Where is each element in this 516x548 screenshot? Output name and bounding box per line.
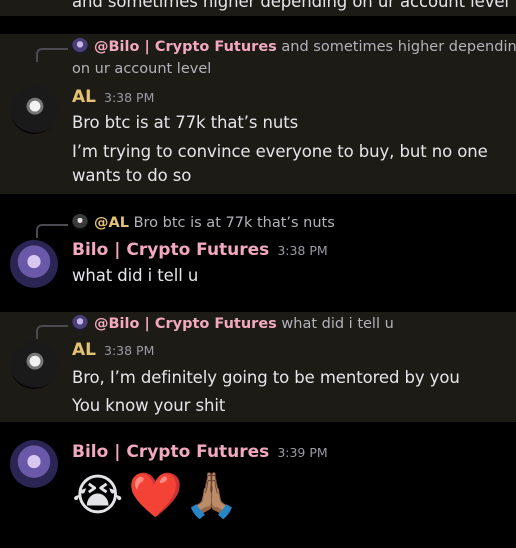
message-line: You know your shit <box>72 396 226 415</box>
bilo-mini-avatar <box>72 38 88 54</box>
cut-message-text: and sometimes higher depending on ur acc… <box>72 0 509 11</box>
reply-text: and sometimes higher depending <box>281 39 516 55</box>
message-line: Bro, I’m definitely going to be mentored… <box>72 368 460 387</box>
bilo-mini-avatar <box>72 315 88 331</box>
author-bilo[interactable]: Bilo | Crypto Futures <box>72 442 269 462</box>
reply-preview[interactable]: @Bilo | Crypto Futures and sometimes hig… <box>72 36 516 58</box>
reply-text: Bro btc is at 77k that’s nuts <box>133 215 335 231</box>
reply-spine <box>36 48 68 62</box>
message-line: Bro btc is at 77k that’s nuts <box>72 113 299 132</box>
message-line: wants to do so <box>72 166 192 185</box>
reply-mention[interactable]: @Bilo | Crypto Futures <box>94 316 277 332</box>
bilo-avatar[interactable] <box>10 440 58 488</box>
reply-text: what did i tell u <box>281 316 394 332</box>
red-heart-emoji[interactable]: ❤️ <box>128 466 183 526</box>
author-name-row: Bilo | Crypto Futures 3:38 PM <box>72 240 328 260</box>
timestamp: 3:38 PM <box>104 90 155 105</box>
author-al[interactable]: AL <box>72 87 96 107</box>
author-al[interactable]: AL <box>72 340 96 360</box>
reply-preview[interactable]: @Bilo | Crypto Futures what did i tell u <box>72 313 394 335</box>
reply-mention[interactable]: @Bilo | Crypto Futures <box>94 39 277 55</box>
bilo-avatar[interactable] <box>10 240 58 288</box>
crying-emoji[interactable]: 😭 <box>72 466 123 526</box>
message-line: what did i tell u <box>72 266 199 285</box>
timestamp: 3:38 PM <box>277 243 328 258</box>
reply-preview[interactable]: @AL Bro btc is at 77k that’s nuts <box>72 212 335 234</box>
reply-spine <box>36 224 68 238</box>
author-name-row: Bilo | Crypto Futures 3:39 PM <box>72 442 328 462</box>
reply-mention[interactable]: @AL <box>94 215 129 231</box>
timestamp: 3:38 PM <box>104 343 155 358</box>
message-line: I’m trying to convince everyone to buy, … <box>72 142 488 161</box>
reply-text-wrap: on ur account level <box>72 61 212 77</box>
author-name-row: AL 3:38 PM <box>72 87 154 107</box>
al-avatar[interactable] <box>10 341 58 389</box>
al-mini-avatar <box>72 214 88 230</box>
reply-spine <box>36 325 68 339</box>
author-name-row: AL 3:38 PM <box>72 340 154 360</box>
al-avatar[interactable] <box>10 86 58 134</box>
timestamp: 3:39 PM <box>277 445 328 460</box>
author-bilo[interactable]: Bilo | Crypto Futures <box>72 240 269 260</box>
praying-hands-emoji[interactable]: 🙏🏽 <box>184 466 239 526</box>
